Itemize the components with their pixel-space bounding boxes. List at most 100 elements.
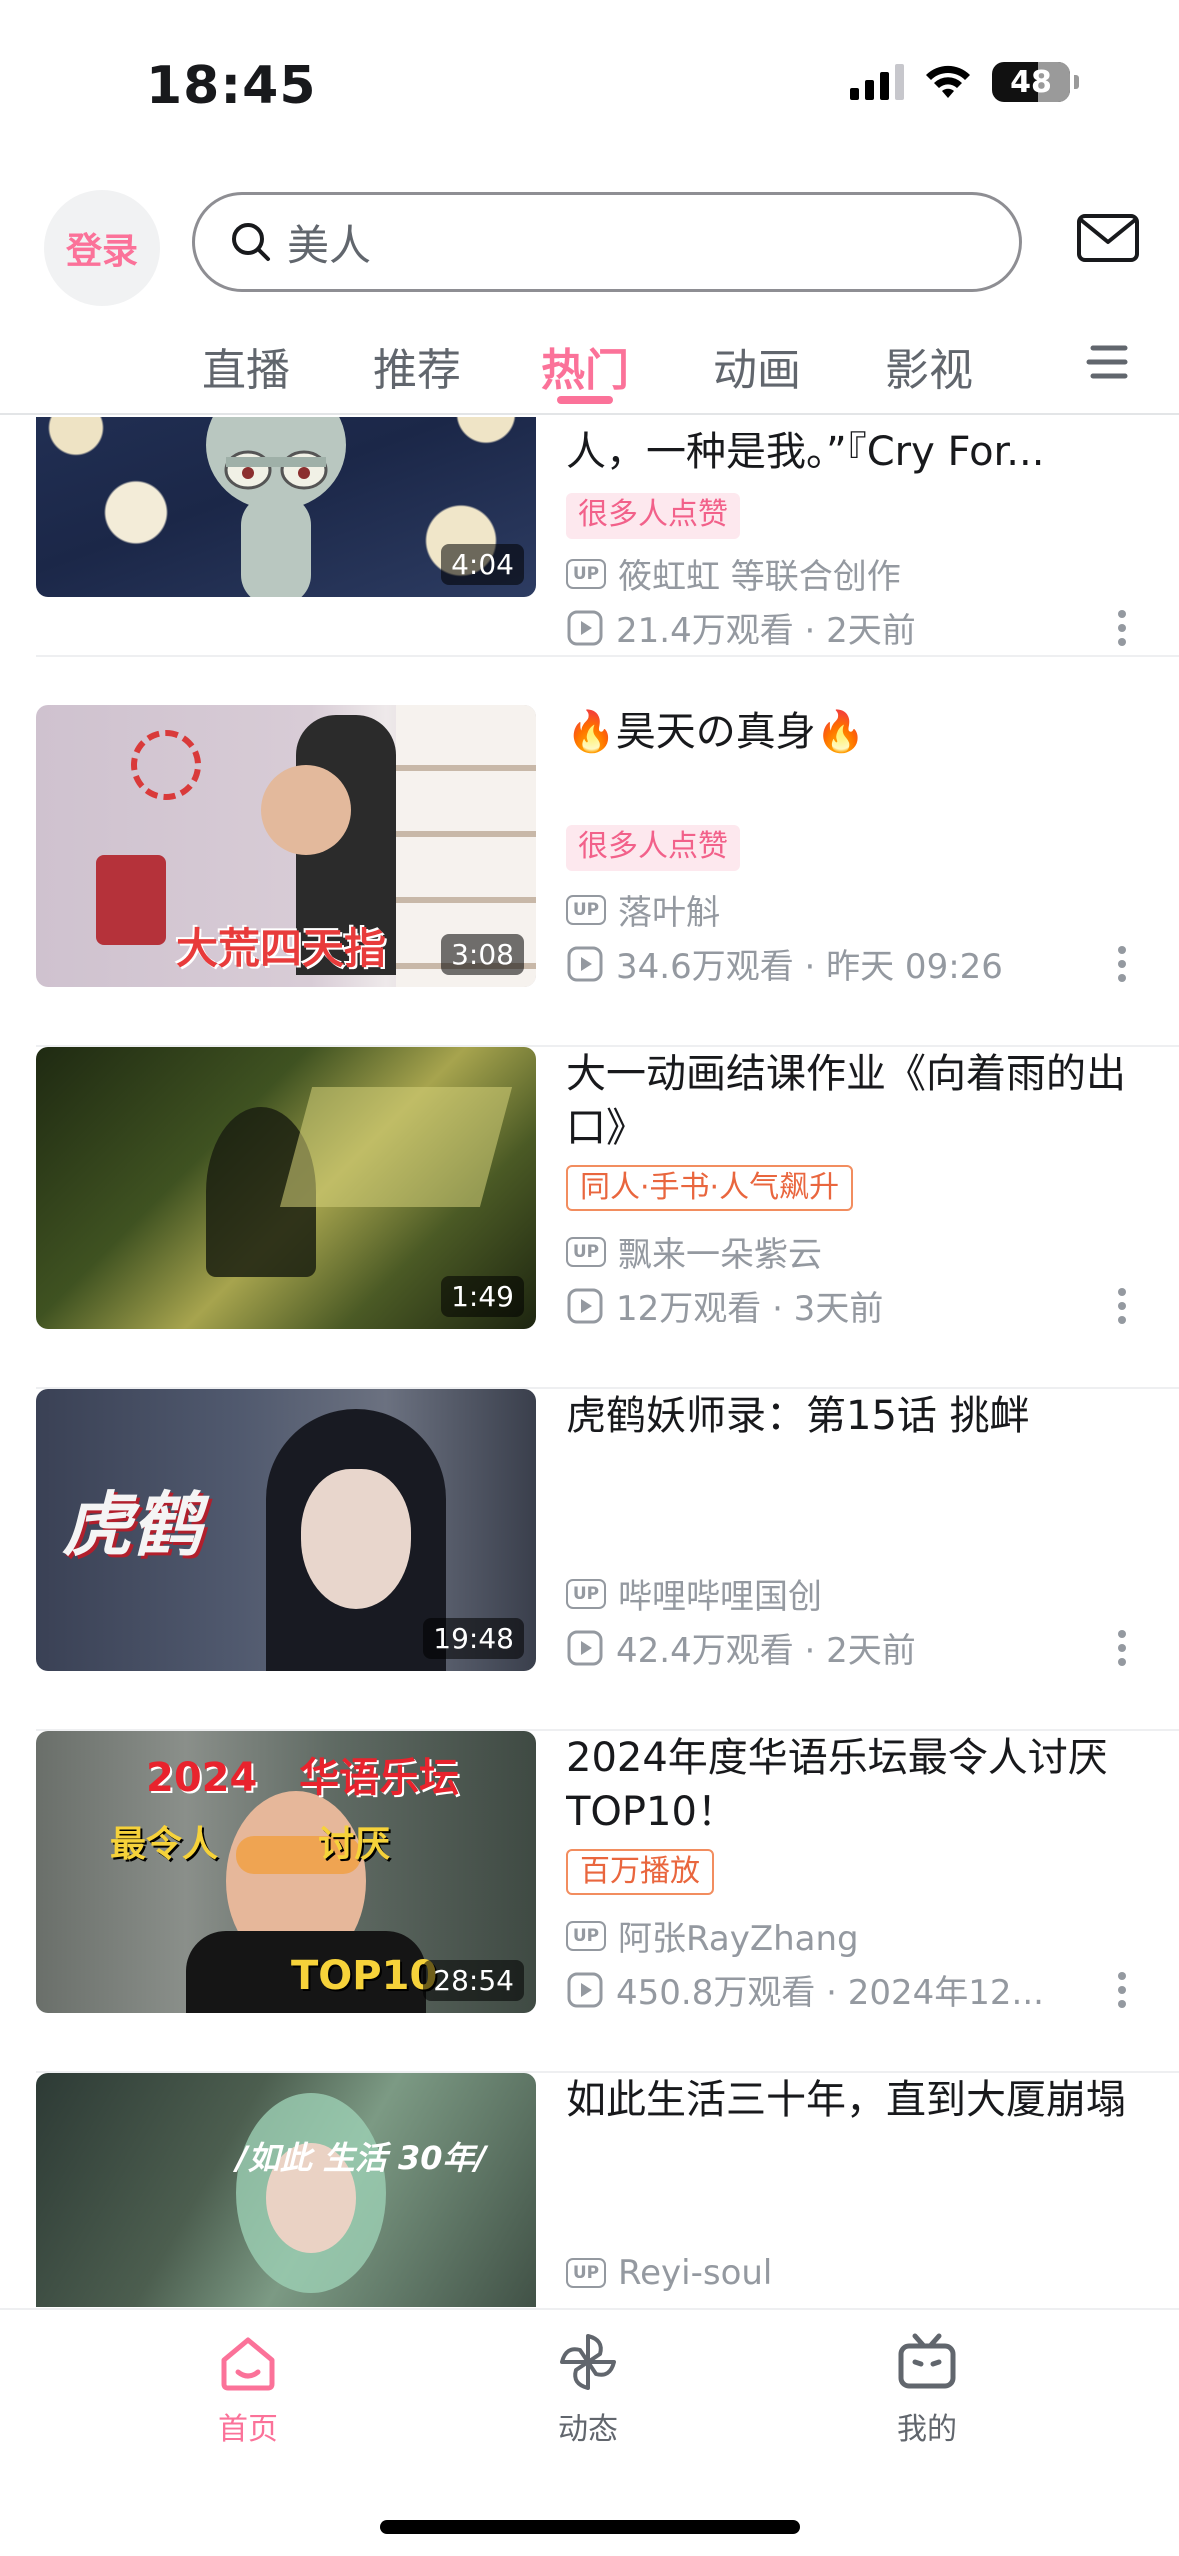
battery-level: 48 <box>1010 64 1052 100</box>
video-thumbnail[interactable]: 4:04 <box>36 417 536 597</box>
mail-icon[interactable] <box>1075 210 1141 266</box>
video-stats-line: 450.8万观看 · 2024年12... <box>566 1965 1044 2014</box>
active-tab-indicator <box>557 396 613 404</box>
video-thumbnail[interactable]: 1:49 <box>36 1047 536 1329</box>
cartoon-character-image <box>206 417 346 597</box>
uploader-icon: UP <box>566 2258 606 2288</box>
video-title[interactable]: 🔥昊天の真身🔥 <box>566 705 1126 759</box>
tv-icon <box>898 2333 956 2389</box>
bottom-navigation: 首页 动态 我的 <box>0 2308 1179 2556</box>
battery-icon: 48 <box>992 62 1070 102</box>
nav-home[interactable]: 首页 <box>168 2330 328 2448</box>
tab-recommend[interactable]: 推荐 <box>373 334 461 398</box>
pinwheel-icon <box>560 2334 616 2390</box>
uploader-icon: UP <box>566 1920 606 1951</box>
video-thumbnail[interactable]: 2024 华语乐坛 最令人 讨厌 TOP10 28:54 <box>36 1731 536 2013</box>
tab-live[interactable]: 直播 <box>202 334 290 398</box>
play-count-icon <box>567 946 603 981</box>
video-duration: 4:04 <box>441 544 524 585</box>
video-stats-line: 42.4万观看 · 2天前 <box>566 1623 916 1672</box>
video-views: 450.8万观看 · 2024年12... <box>616 1973 1044 2013</box>
login-button[interactable]: 登录 <box>44 190 160 306</box>
thumbnail-caption-bottom: TOP10 <box>291 1953 438 1999</box>
nav-home-label: 首页 <box>218 2412 278 2447</box>
video-badge: 百万播放 <box>566 1849 714 1895</box>
thumbnail-caption: /如此 生活 30年/ <box>236 2139 487 2177</box>
video-duration: 19:48 <box>423 1618 524 1659</box>
channel-tabs: 直播 推荐 热门 动画 影视 <box>0 320 1179 415</box>
video-author: 飘来一朵紫云 <box>618 1235 822 1275</box>
more-options-icon[interactable] <box>1117 1628 1127 1668</box>
video-author: Reyi-soul <box>618 2253 773 2293</box>
header: 登录 美人 <box>0 180 1179 310</box>
more-options-icon[interactable] <box>1117 1970 1127 2010</box>
video-stats-line: 34.6万观看 · 昨天 09:26 <box>566 939 1003 988</box>
thumbnail-logo: 虎鹤 <box>62 1484 202 1566</box>
play-count-icon <box>567 1288 603 1323</box>
tab-film[interactable]: 影视 <box>885 334 973 398</box>
more-options-icon[interactable] <box>1117 608 1127 648</box>
uploader-icon: UP <box>566 1236 606 1267</box>
home-indicator[interactable] <box>380 2520 800 2534</box>
video-author-line[interactable]: UP 落叶斛 <box>566 885 720 934</box>
video-thumbnail[interactable]: 虎鹤 19:48 <box>36 1389 536 1671</box>
uploader-icon: UP <box>566 894 606 925</box>
search-icon <box>232 223 270 261</box>
video-views: 21.4万观看 · 2天前 <box>616 611 916 651</box>
video-author: 落叶斛 <box>618 893 720 933</box>
status-icons: 48 <box>850 62 1079 102</box>
tab-anime[interactable]: 动画 <box>713 334 801 398</box>
video-author: 哔哩哔哩国创 <box>618 1577 822 1617</box>
video-author: 筱虹虹 等联合创作 <box>618 557 901 597</box>
thumbnail-caption-top: 2024 华语乐坛 <box>146 1755 460 1801</box>
video-badge: 很多人点赞 <box>566 825 740 871</box>
video-card[interactable]: 1:49 大一动画结课作业《向着雨的出口》 同人·手书·人气飙升 UP 飘来一朵… <box>0 1047 1179 1389</box>
video-author: 阿张RayZhang <box>618 1919 859 1959</box>
status-bar: 18:45 48 <box>0 0 1179 150</box>
video-thumbnail[interactable]: /如此 生活 30年/ <box>36 2073 536 2307</box>
video-thumbnail[interactable]: 大荒四天指 3:08 <box>36 705 536 987</box>
search-text: 美人 <box>287 220 372 270</box>
video-card[interactable]: /如此 生活 30年/ 如此生活三十年，直到大厦崩塌 UP Reyi-soul <box>0 2073 1179 2307</box>
nav-mine-label: 我的 <box>897 2412 957 2447</box>
video-stats-line: 21.4万观看 · 2天前 <box>566 603 916 652</box>
uploader-icon: UP <box>566 558 606 589</box>
video-views: 34.6万观看 · 昨天 09:26 <box>616 947 1003 987</box>
video-title[interactable]: 如此生活三十年，直到大厦崩塌 <box>566 2073 1126 2127</box>
video-author-line[interactable]: UP 阿张RayZhang <box>566 1911 859 1960</box>
video-author-line[interactable]: UP 飘来一朵紫云 <box>566 1227 822 1276</box>
video-author-line[interactable]: UP Reyi-soul <box>566 2253 772 2293</box>
menu-icon[interactable] <box>1085 340 1129 384</box>
video-stats-line: 12万观看 · 3天前 <box>566 1281 883 1330</box>
search-bar[interactable]: 美人 <box>192 192 1022 292</box>
nav-dynamic[interactable]: 动态 <box>508 2330 668 2448</box>
more-options-icon[interactable] <box>1117 944 1127 984</box>
nav-mine[interactable]: 我的 <box>847 2330 1007 2448</box>
status-time: 18:45 <box>146 56 317 116</box>
nav-dynamic-label: 动态 <box>558 2412 618 2447</box>
thumbnail-caption: 大荒四天指 <box>176 924 387 973</box>
video-feed: 4:04 人，一种是我。”『Cry For... 很多人点赞 UP 筱虹虹 等联… <box>0 417 1179 2307</box>
wifi-icon <box>926 65 970 98</box>
play-count-icon <box>567 1630 603 1665</box>
video-card[interactable]: 4:04 人，一种是我。”『Cry For... 很多人点赞 UP 筱虹虹 等联… <box>0 417 1179 657</box>
video-duration: 1:49 <box>441 1276 524 1317</box>
video-author-line[interactable]: UP 哔哩哔哩国创 <box>566 1569 822 1618</box>
video-card[interactable]: 大荒四天指 3:08 🔥昊天の真身🔥 很多人点赞 UP 落叶斛 34.6万观看 … <box>0 705 1179 1047</box>
video-duration: 28:54 <box>423 1960 524 2001</box>
uploader-icon: UP <box>566 1578 606 1609</box>
video-card[interactable]: 虎鹤 19:48 虎鹤妖师录：第15话 挑衅 UP 哔哩哔哩国创 42.4万观看… <box>0 1389 1179 1731</box>
video-duration: 3:08 <box>441 934 524 975</box>
video-title[interactable]: 大一动画结课作业《向着雨的出口》 <box>566 1047 1126 1155</box>
video-title[interactable]: 人，一种是我。”『Cry For... <box>566 425 1126 479</box>
video-title[interactable]: 虎鹤妖师录：第15话 挑衅 <box>566 1389 1126 1443</box>
tab-popular[interactable]: 热门 <box>541 334 629 398</box>
video-author-line[interactable]: UP 筱虹虹 等联合创作 <box>566 549 901 598</box>
video-card[interactable]: 2024 华语乐坛 最令人 讨厌 TOP10 28:54 2024年度华语乐坛最… <box>0 1731 1179 2073</box>
play-count-icon <box>567 610 603 645</box>
more-options-icon[interactable] <box>1117 1286 1127 1326</box>
video-title[interactable]: 2024年度华语乐坛最令人讨厌TOP10！ <box>566 1731 1126 1839</box>
play-count-icon <box>567 1972 603 2007</box>
video-badge: 很多人点赞 <box>566 493 740 539</box>
video-badge: 同人·手书·人气飙升 <box>566 1165 854 1211</box>
